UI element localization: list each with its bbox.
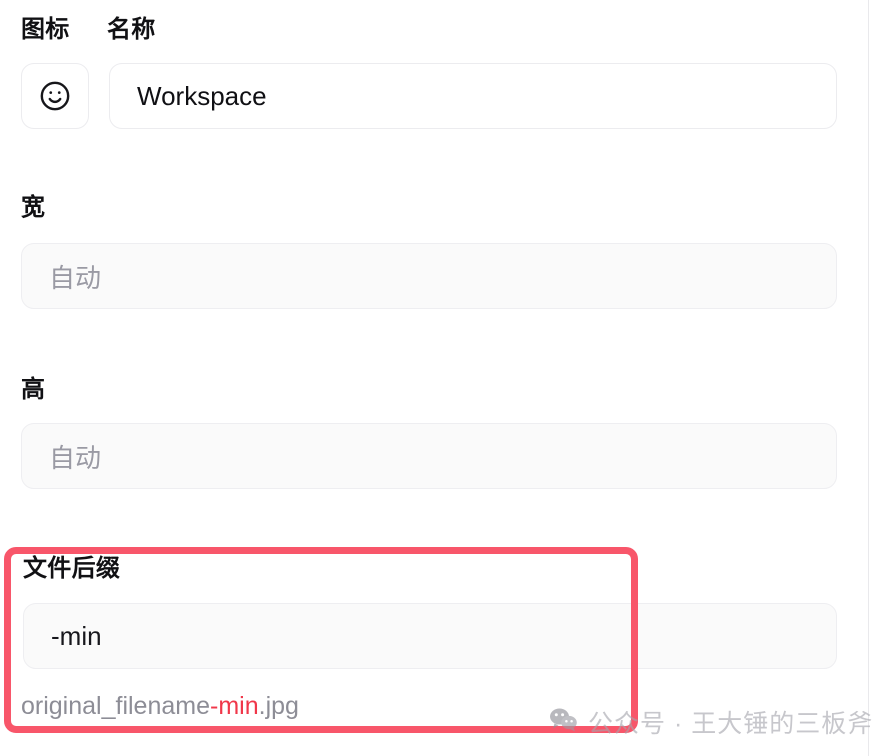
height-field-label: 高 (21, 376, 46, 403)
icon-name-label-row: 图标 名称 (21, 18, 156, 42)
name-field-label: 名称 (107, 16, 156, 43)
name-input-value: Workspace (137, 80, 267, 111)
width-field-label: 宽 (21, 194, 46, 221)
icon-field-label: 图标 (21, 16, 70, 43)
file-suffix-hint-highlight: -min (210, 692, 259, 720)
width-input[interactable]: 自动 (21, 243, 837, 309)
panel-gutter (869, 0, 886, 756)
smiley-face-icon (38, 79, 72, 113)
file-suffix-input[interactable]: -min (23, 603, 837, 669)
icon-picker-button[interactable] (21, 63, 89, 129)
name-input[interactable]: Workspace (109, 63, 837, 129)
file-suffix-input-value: -min (51, 620, 102, 651)
file-suffix-hint: original_filename-min.jpg (21, 694, 299, 719)
width-input-placeholder: 自动 (49, 262, 102, 293)
height-input-placeholder: 自动 (49, 442, 102, 473)
height-input[interactable]: 自动 (21, 423, 837, 489)
file-suffix-hint-prefix: original_filename (21, 692, 211, 720)
file-suffix-hint-extension: .jpg (258, 692, 299, 720)
file-suffix-field-label: 文件后缀 (23, 555, 121, 582)
settings-panel: 图标 名称 Workspace 宽 自动 高 自动 文件后缀 -min orig… (0, 0, 869, 756)
